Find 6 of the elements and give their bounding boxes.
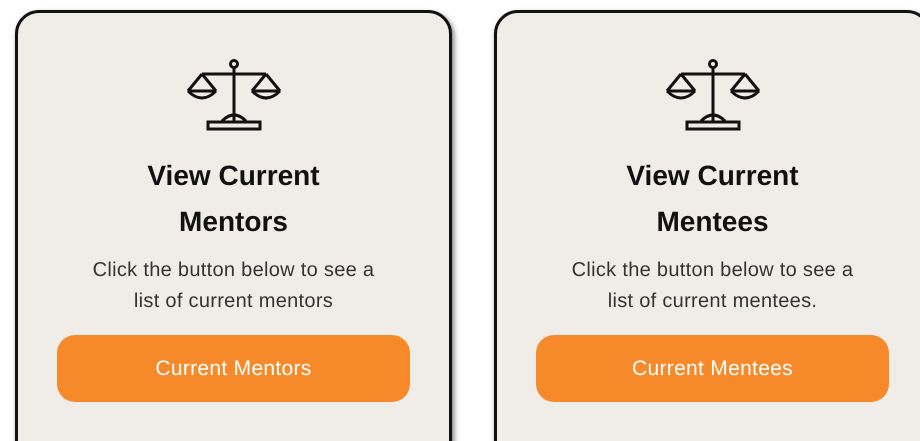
card-title: View Current Mentors (146, 159, 321, 239)
card-title: View Current Mentees (625, 159, 800, 239)
view-list-button[interactable]: Current Mentors (57, 335, 410, 402)
view-list-button[interactable]: Current Mentees (536, 335, 889, 402)
card-description: Click the button below to see a list of current mentors (92, 258, 376, 314)
card-description: Click the button below to see a list of current mentees. (570, 258, 854, 314)
